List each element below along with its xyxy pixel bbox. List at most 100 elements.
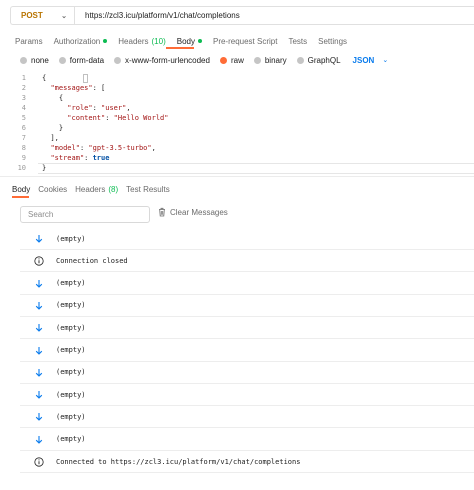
tab-label: Cookies bbox=[38, 184, 68, 194]
code-text: "model": "gpt-3.5-turbo", bbox=[50, 144, 156, 152]
message-row[interactable]: (empty) bbox=[20, 429, 474, 451]
code-text: { bbox=[58, 94, 64, 102]
message-text: (empty) bbox=[56, 323, 86, 332]
current-line-highlight bbox=[38, 163, 474, 174]
tab-settings[interactable]: Settings bbox=[318, 37, 347, 46]
editor-line: 9 "stream": true bbox=[0, 153, 110, 163]
message-row[interactable]: (empty) bbox=[20, 362, 474, 384]
active-tab-indicator bbox=[12, 196, 29, 198]
message-text: (empty) bbox=[56, 412, 86, 421]
url-input[interactable]: https://zcl3.icu/platform/v1/chat/comple… bbox=[75, 11, 240, 20]
message-text: (empty) bbox=[56, 368, 86, 377]
url-bar: POST ⌄ https://zcl3.icu/platform/v1/chat… bbox=[10, 6, 474, 25]
radio-label: x-www-form-urlencoded bbox=[125, 55, 210, 65]
tab-headers[interactable]: Headers (10) bbox=[118, 37, 165, 46]
editor-line: 8 "model": "gpt-3.5-turbo", bbox=[0, 143, 156, 153]
line-number: 8 bbox=[21, 144, 26, 152]
tab-label: Test Results bbox=[126, 184, 170, 194]
method-select[interactable]: POST ⌄ bbox=[11, 7, 75, 24]
radio-form-data[interactable]: form-data bbox=[58, 56, 104, 65]
message-row[interactable]: (empty) bbox=[20, 317, 474, 340]
radio-x-www-form-urlencoded[interactable]: x-www-form-urlencoded bbox=[114, 56, 210, 65]
arrow-down-icon bbox=[32, 234, 46, 243]
line-number: 4 bbox=[21, 104, 26, 112]
tab-test-results[interactable]: Test Results bbox=[126, 185, 170, 194]
status-dot-icon bbox=[197, 39, 202, 43]
tab-label: Pre-request Script bbox=[212, 36, 278, 46]
format-dropdown[interactable]: JSON ⌄ bbox=[353, 56, 389, 65]
message-row[interactable]: (empty) bbox=[20, 384, 474, 407]
code-text: } bbox=[58, 124, 64, 132]
line-number: 10 bbox=[17, 164, 26, 172]
editor-line: 1 { bbox=[0, 73, 88, 83]
tab-params[interactable]: Params bbox=[15, 37, 43, 46]
trash-icon bbox=[159, 207, 165, 217]
arrow-down-icon bbox=[32, 435, 46, 444]
search-input[interactable] bbox=[20, 206, 150, 223]
tab-label: Tests bbox=[288, 36, 308, 46]
editor-line: 7 ], bbox=[0, 133, 59, 143]
clear-messages-button[interactable]: Clear Messages bbox=[158, 207, 228, 217]
radio-binary[interactable]: binary bbox=[253, 56, 287, 65]
radio-label: GraphQL bbox=[307, 55, 341, 65]
message-row[interactable]: Connection closed bbox=[20, 250, 474, 273]
arrow-down-icon bbox=[32, 390, 46, 399]
code-text: "role": "user", bbox=[67, 104, 131, 112]
info-icon bbox=[32, 256, 46, 266]
status-dot-icon bbox=[103, 39, 108, 43]
tab-count: (8) bbox=[108, 184, 119, 194]
line-number: 5 bbox=[21, 114, 26, 122]
clear-messages-label: Clear Messages bbox=[170, 207, 228, 217]
line-number: 7 bbox=[21, 134, 26, 142]
tab-authorization[interactable]: Authorization bbox=[54, 37, 108, 46]
tab-tests[interactable]: Tests bbox=[288, 37, 307, 46]
radio-graphql[interactable]: GraphQL bbox=[296, 55, 341, 65]
tab-pre-request-script[interactable]: Pre-request Script bbox=[213, 37, 277, 46]
chevron-down-icon: ⌄ bbox=[382, 57, 389, 64]
code-text: "stream": true bbox=[50, 154, 110, 162]
info-icon bbox=[32, 456, 46, 467]
tab-label: Settings bbox=[318, 36, 348, 46]
code-text: "messages": [ bbox=[50, 84, 106, 92]
arrow-down-icon bbox=[32, 323, 46, 332]
tab-label: Body bbox=[176, 36, 195, 46]
radio-circle-icon bbox=[114, 56, 122, 64]
line-number: 3 bbox=[21, 94, 26, 102]
tab-response-body[interactable]: Body bbox=[12, 185, 30, 194]
tab-label: Body bbox=[12, 184, 31, 194]
tab-label: Headers bbox=[75, 184, 106, 194]
message-row[interactable]: (empty) bbox=[20, 295, 474, 317]
message-row[interactable]: (empty) bbox=[20, 273, 474, 295]
radio-raw[interactable]: raw bbox=[219, 55, 244, 65]
line-number: 6 bbox=[21, 124, 26, 132]
code-text: { bbox=[42, 73, 88, 83]
message-row[interactable]: (empty) bbox=[20, 406, 474, 429]
editor-line: 2 "messages": [ bbox=[0, 83, 105, 93]
editor-line: 4 "role": "user", bbox=[0, 103, 131, 113]
tab-label: Headers bbox=[118, 36, 149, 46]
tab-label: Params bbox=[15, 36, 43, 46]
code-editor[interactable]: 1 { 2 "messages": [ 3 { 4 "role": "user"… bbox=[0, 73, 474, 174]
tab-label: Authorization bbox=[53, 36, 101, 46]
message-row[interactable]: (empty) bbox=[20, 340, 474, 362]
message-text: Connection closed bbox=[56, 256, 128, 265]
tab-response-headers[interactable]: Headers (8) bbox=[75, 185, 118, 194]
message-row[interactable]: Connected to https://zcl3.icu/platform/v… bbox=[20, 451, 474, 473]
radio-circle-icon bbox=[58, 56, 66, 64]
arrow-down-icon bbox=[32, 412, 46, 422]
response-tabs: Body Cookies Headers (8) Test Results bbox=[12, 183, 178, 195]
message-row[interactable]: (empty) bbox=[20, 228, 474, 250]
radio-label: raw bbox=[230, 55, 244, 65]
tab-body[interactable]: Body bbox=[177, 37, 202, 46]
radio-none[interactable]: none bbox=[20, 56, 49, 65]
code-text: "content": "Hello World" bbox=[67, 114, 169, 122]
arrow-down-icon bbox=[32, 346, 46, 355]
message-text: (empty) bbox=[56, 234, 86, 243]
message-text: (empty) bbox=[56, 346, 86, 354]
editor-line: 6 } bbox=[0, 123, 63, 133]
tab-count: (10) bbox=[151, 36, 166, 46]
arrow-down-icon bbox=[32, 368, 46, 377]
chevron-down-icon: ⌄ bbox=[61, 12, 67, 20]
tab-cookies[interactable]: Cookies bbox=[38, 185, 67, 194]
bracket-match-box bbox=[83, 74, 88, 83]
